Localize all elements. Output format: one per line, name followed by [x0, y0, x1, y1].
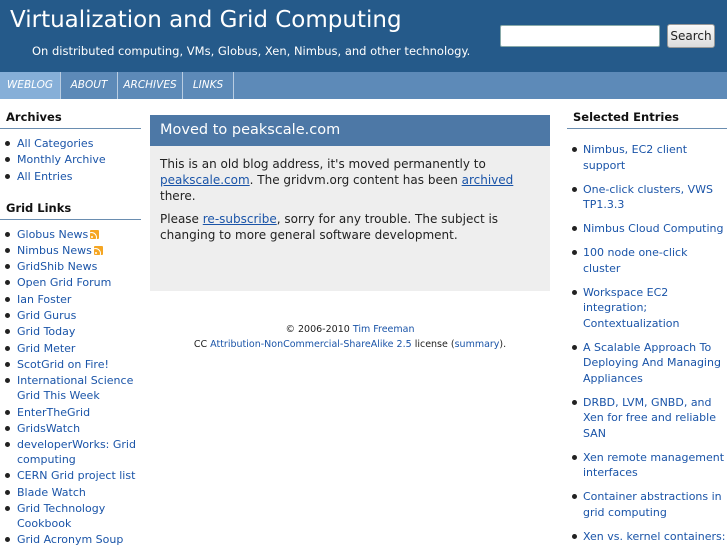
post-text: This is an old blog address, it's moved …	[160, 157, 486, 171]
archives-heading: Archives	[0, 110, 141, 129]
grid-link[interactable]: ScotGrid on Fire!	[0, 357, 141, 372]
archive-link[interactable]: Monthly Archive	[0, 152, 141, 167]
main-content: Moved to peakscale.com This is an old bl…	[150, 115, 550, 291]
grid-link[interactable]: Grid Gurus	[0, 308, 141, 323]
license-text: CC	[193, 339, 211, 350]
grid-link[interactable]: International Science Grid This Week	[0, 373, 141, 403]
tab-weblog[interactable]: WEBLOG	[0, 72, 61, 99]
entry-link[interactable]: Xen remote management interfaces	[567, 450, 727, 481]
grid-link[interactable]: Grid Today	[0, 324, 141, 339]
grid-link[interactable]: developerWorks: Grid computing	[0, 437, 141, 467]
grid-link[interactable]: Globus News	[0, 227, 141, 242]
license-line: CC Attribution-NonCommercial-ShareAlike …	[150, 337, 550, 352]
grid-link[interactable]: Blade Watch	[0, 485, 141, 500]
post-text: . The gridvm.org content has been	[249, 173, 462, 187]
grid-link[interactable]: Open Grid Forum	[0, 275, 141, 290]
copyright-text: © 2006-2010	[285, 324, 353, 335]
entry-link[interactable]: 100 node one-click cluster	[567, 245, 727, 276]
post-text: Please	[160, 212, 203, 226]
tab-links[interactable]: LINKS	[183, 72, 234, 99]
grid-link-label[interactable]: Nimbus News	[17, 244, 92, 257]
archived-link[interactable]: archived	[462, 173, 514, 187]
site-title[interactable]: Virtualization and Grid Computing	[10, 7, 402, 33]
grid-link[interactable]: Nimbus News	[0, 243, 141, 258]
license-link[interactable]: Attribution-NonCommercial-ShareAlike 2.5	[210, 339, 412, 350]
tab-archives[interactable]: ARCHIVES	[118, 72, 183, 99]
archive-link[interactable]: All Categories	[0, 136, 141, 151]
post-paragraph: Please re-subscribe, sorry for any troub…	[160, 211, 540, 243]
entry-link[interactable]: Container abstractions in grid computing	[567, 489, 727, 520]
search-input[interactable]	[500, 25, 660, 47]
resubscribe-link[interactable]: re-subscribe	[203, 212, 277, 226]
archive-link[interactable]: All Entries	[0, 169, 141, 184]
entry-link[interactable]: Nimbus Cloud Computing	[567, 221, 727, 237]
post-body: This is an old blog address, it's moved …	[150, 146, 550, 291]
post-title: Moved to peakscale.com	[150, 115, 550, 146]
post-text: there.	[160, 189, 196, 203]
license-text: ).	[499, 339, 507, 350]
grid-link[interactable]: CERN Grid project list	[0, 468, 141, 483]
site-header: Virtualization and Grid Computing On dis…	[0, 0, 727, 72]
site-tagline: On distributed computing, VMs, Globus, X…	[32, 44, 471, 58]
author-link[interactable]: Tim Freeman	[353, 324, 415, 335]
archives-list: All Categories Monthly Archive All Entri…	[0, 136, 141, 184]
grid-link-label[interactable]: Globus News	[17, 228, 88, 241]
tab-about[interactable]: ABOUT	[61, 72, 118, 99]
license-summary-link[interactable]: summary	[455, 339, 500, 350]
selected-entries-list: Nimbus, EC2 client support One-click clu…	[567, 142, 727, 545]
grid-link[interactable]: Grid Technology Cookbook	[0, 501, 141, 531]
entry-link[interactable]: Nimbus, EC2 client support	[567, 142, 727, 173]
copyright-line: © 2006-2010 Tim Freeman	[150, 322, 550, 337]
rss-feed-icon[interactable]	[90, 229, 100, 239]
entry-link[interactable]: A Scalable Approach To Deploying And Man…	[567, 340, 727, 387]
grid-link[interactable]: EnterTheGrid	[0, 405, 141, 420]
left-sidebar: Archives All Categories Monthly Archive …	[0, 99, 141, 545]
entry-link[interactable]: One-click clusters, VWS TP1.3.3	[567, 182, 727, 213]
right-sidebar: Selected Entries Nimbus, EC2 client supp…	[567, 99, 727, 545]
peakscale-link[interactable]: peakscale.com	[160, 173, 250, 187]
rss-feed-icon[interactable]	[93, 245, 103, 255]
nav-bar: WEBLOG ABOUT ARCHIVES LINKS	[0, 72, 727, 99]
grid-link[interactable]: Grid Meter	[0, 341, 141, 356]
entry-link[interactable]: DRBD, LVM, GNBD, and Xen for free and re…	[567, 395, 727, 442]
post-paragraph: This is an old blog address, it's moved …	[160, 156, 540, 204]
selected-entries-heading: Selected Entries	[567, 110, 727, 129]
grid-link[interactable]: GridShib News	[0, 259, 141, 274]
grid-links-heading: Grid Links	[0, 201, 141, 220]
search-button[interactable]: Search	[667, 24, 715, 48]
grid-link[interactable]: Ian Foster	[0, 292, 141, 307]
entry-link[interactable]: Xen vs. kernel containers: performance a…	[567, 529, 727, 545]
license-text: license (	[411, 339, 455, 350]
grid-link[interactable]: Grid Acronym Soup	[0, 532, 141, 545]
page-footer: © 2006-2010 Tim Freeman CC Attribution-N…	[150, 322, 550, 352]
grid-link[interactable]: GridsWatch	[0, 421, 141, 436]
entry-link[interactable]: Workspace EC2 integration; Contextualiza…	[567, 285, 727, 332]
grid-links-list: Globus News Nimbus News GridShib News Op…	[0, 227, 141, 545]
